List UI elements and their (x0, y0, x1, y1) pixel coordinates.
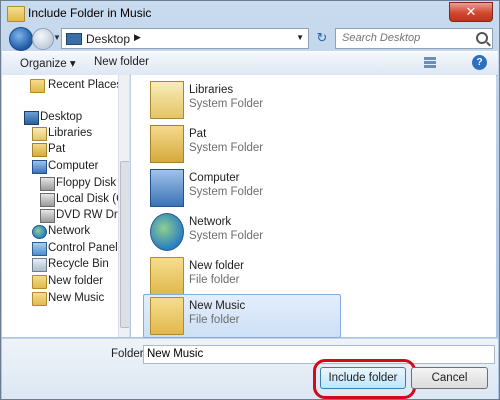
recycle-bin-icon (32, 258, 47, 272)
desktop-icon (24, 111, 39, 125)
close-button[interactable]: ✕ (449, 2, 493, 22)
navigation-bar: ▼ Desktop ▶ ▼ ↻ (1, 27, 499, 51)
recent-pages-dropdown-icon[interactable]: ▼ (53, 33, 61, 42)
breadcrumb-arrow-icon[interactable]: ▶ (134, 32, 141, 43)
dialog-footer: Folder: Include folder Cancel (2, 338, 498, 399)
include-folder-button[interactable]: Include folder (320, 367, 406, 389)
search-icon[interactable] (476, 32, 488, 44)
back-button[interactable] (9, 27, 33, 51)
network-icon (150, 213, 184, 251)
libraries-icon (32, 127, 47, 141)
recent-places-icon (30, 79, 45, 93)
control-panel-icon (32, 242, 47, 256)
computer-icon (150, 169, 184, 207)
file-list: Libraries System Folder Pat System Folde… (131, 75, 496, 338)
user-folder-icon (150, 125, 184, 163)
title-bar: Include Folder in Music ✕ (1, 1, 499, 27)
folder-name-input[interactable] (147, 347, 487, 361)
address-bar[interactable]: Desktop ▶ ▼ (61, 28, 309, 49)
navigation-pane: Recent Places Desktop Libraries Pat Comp… (2, 75, 130, 337)
folder-label: Folder: (111, 348, 147, 360)
organize-menu-button[interactable]: Organize ▾ (20, 56, 76, 70)
scrollbar-thumb[interactable] (120, 161, 129, 328)
navigation-scrollbar[interactable] (118, 75, 129, 337)
floppy-drive-icon (40, 177, 55, 191)
folder-icon (150, 257, 184, 295)
libraries-icon (150, 81, 184, 119)
folder-icon (32, 275, 47, 289)
breadcrumb-desktop[interactable]: Desktop (86, 32, 130, 46)
folder-icon (7, 6, 25, 22)
search-box[interactable] (335, 28, 493, 49)
help-icon[interactable]: ? (472, 55, 487, 70)
include-folder-dialog: Include Folder in Music ✕ ▼ Desktop ▶ ▼ … (0, 0, 500, 400)
window-title: Include Folder in Music (28, 6, 152, 20)
list-item-libraries[interactable]: Libraries System Folder (143, 78, 341, 122)
new-folder-button[interactable]: New folder (94, 56, 149, 68)
list-item-new-music[interactable]: New Music File folder (143, 294, 341, 338)
list-item-network[interactable]: Network System Folder (143, 210, 341, 254)
computer-icon (32, 160, 47, 174)
forward-button[interactable] (32, 28, 54, 50)
cancel-button[interactable]: Cancel (411, 367, 488, 389)
refresh-button[interactable]: ↻ (313, 29, 331, 46)
network-icon (32, 225, 47, 239)
list-item-pat[interactable]: Pat System Folder (143, 122, 341, 166)
list-item-new-folder[interactable]: New folder File folder (143, 254, 341, 298)
address-dropdown-icon[interactable]: ▼ (296, 33, 304, 42)
user-folder-icon (32, 143, 47, 157)
hard-disk-icon (40, 193, 55, 207)
dvd-drive-icon (40, 209, 55, 223)
desktop-location-icon (66, 33, 82, 45)
list-item-computer[interactable]: Computer System Folder (143, 166, 341, 210)
change-view-icon[interactable] (424, 56, 446, 70)
command-toolbar: Organize ▾ New folder ? (2, 51, 498, 76)
folder-icon (32, 292, 47, 306)
search-input[interactable] (342, 31, 468, 45)
folder-icon (150, 297, 184, 335)
